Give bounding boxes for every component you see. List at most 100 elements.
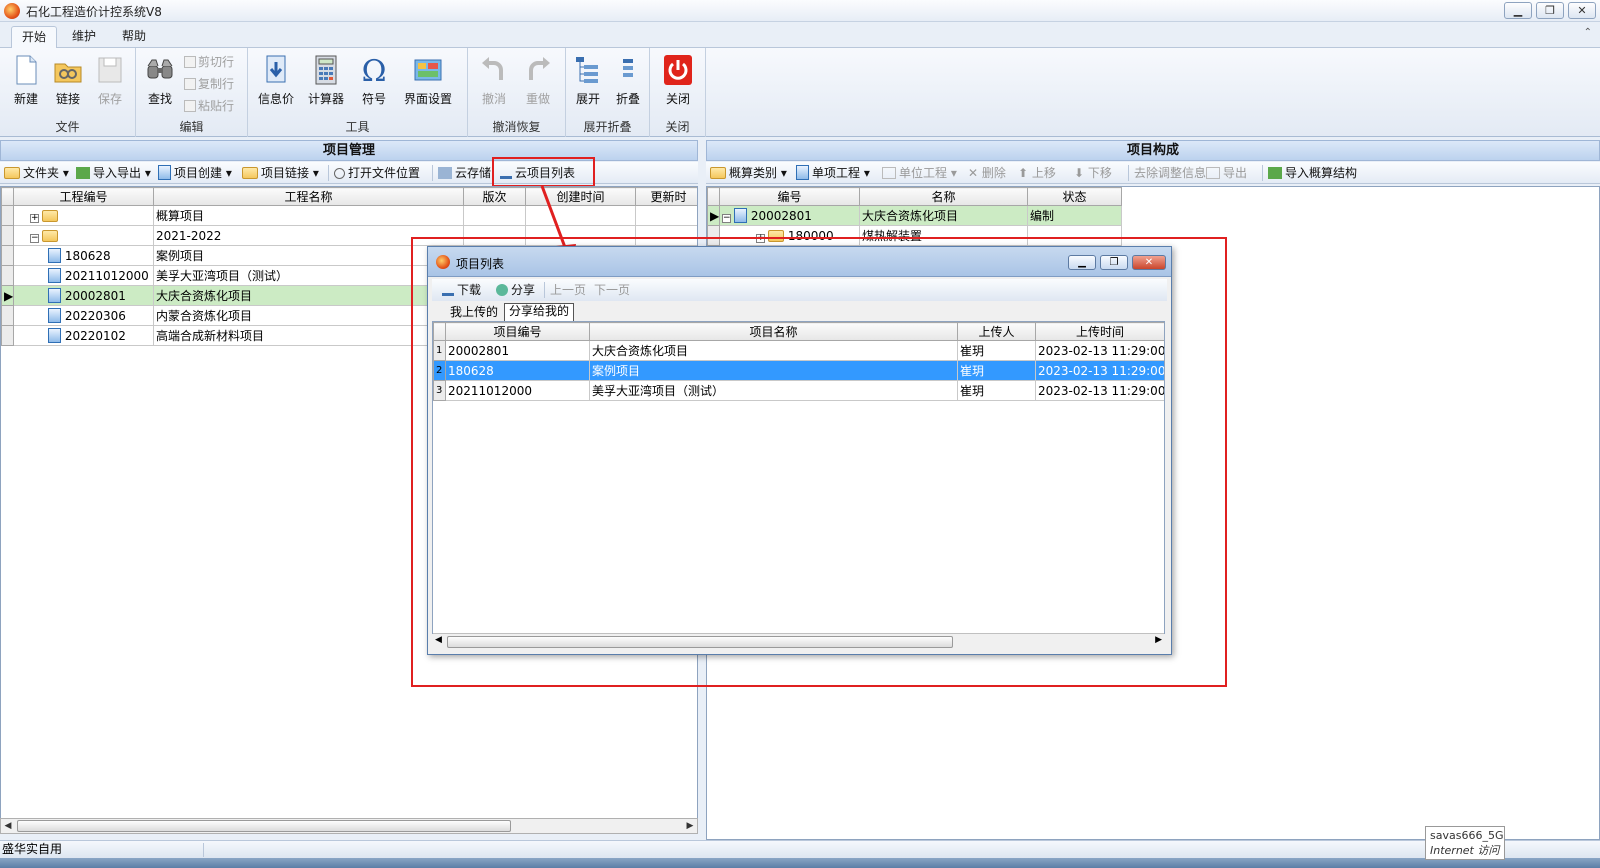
copy-row-button[interactable]: 复制行: [184, 74, 234, 94]
cloud-save-button[interactable]: 云存储: [438, 164, 491, 182]
collapse-button[interactable]: 折叠: [608, 54, 648, 112]
expand-button[interactable]: 展开: [568, 54, 608, 112]
unit-project-button[interactable]: 单位工程 ▾: [882, 164, 957, 182]
col-header-name[interactable]: 工程名称: [153, 187, 464, 206]
col-header-project-name[interactable]: 项目名称: [589, 322, 958, 341]
dialog-minimize-button[interactable]: ▁: [1068, 255, 1096, 270]
remove-adjust-button[interactable]: 去除调整信息: [1134, 164, 1206, 182]
save-button[interactable]: 保存: [90, 54, 130, 112]
single-project-button[interactable]: 单项工程 ▾: [796, 164, 870, 182]
structure-name-cell: 大庆合资炼化项目: [859, 205, 1028, 226]
dialog-maximize-button[interactable]: ❐: [1100, 255, 1128, 270]
minimize-button[interactable]: ▁: [1504, 2, 1532, 19]
table-row[interactable]: 3 20211012000 美孚大亚湾项目（测试） 崔玥 2023-02-13 11:2…: [433, 380, 1164, 401]
ribbon-collapse-icon[interactable]: ⌃: [1584, 27, 1592, 38]
collapse-node-icon[interactable]: −: [722, 214, 731, 223]
undo-button[interactable]: 撤消: [474, 54, 514, 112]
scroll-left-arrow[interactable]: ◀: [1, 819, 15, 833]
row-indicator: [1, 205, 14, 226]
tree-expand-icon: [576, 57, 598, 83]
tree-node-cell: 20220306: [13, 305, 154, 326]
tab-maintain[interactable]: 维护: [62, 26, 106, 48]
scroll-right-arrow[interactable]: ▶: [683, 819, 697, 833]
move-up-button[interactable]: ⬆ 上移: [1018, 164, 1056, 182]
tab-help[interactable]: 帮助: [112, 26, 156, 48]
unit-project-label: 单位工程: [899, 166, 948, 180]
cloud-project-grid: 项目编号 项目名称 上传人 上传时间 1 20002801 大庆合资炼化项目 崔玥 20…: [432, 321, 1165, 634]
tab-my-uploads[interactable]: 我上传的: [446, 305, 502, 321]
cut-row-button[interactable]: 剪切行: [184, 52, 234, 72]
row-indicator: [1, 245, 14, 266]
import-structure-label: 导入概算结构: [1285, 166, 1358, 180]
col-header-uploader[interactable]: 上传人: [957, 322, 1036, 341]
import-export-button[interactable]: 导入导出 ▾: [76, 164, 151, 182]
project-link-button[interactable]: 项目链接 ▾: [242, 164, 319, 182]
move-down-button[interactable]: ⬇ 下移: [1074, 164, 1112, 182]
import-structure-icon: [1268, 167, 1282, 179]
col-header-updated[interactable]: 更新时: [635, 187, 697, 206]
maximize-button[interactable]: ❐: [1536, 2, 1564, 19]
export-icon: [1206, 167, 1220, 179]
import-structure-button[interactable]: 导入概算结构: [1268, 164, 1357, 182]
undo-arrow-icon: [482, 57, 503, 80]
info-price-button[interactable]: 信息价: [254, 54, 298, 112]
project-create-button[interactable]: 项目创建 ▾: [158, 164, 232, 182]
dialog-close-button[interactable]: ✕: [1132, 255, 1166, 270]
estimate-type-button[interactable]: 概算类别 ▾: [710, 164, 787, 182]
close-window-button[interactable]: ✕: [1568, 2, 1596, 19]
col-header-code[interactable]: 工程编号: [13, 187, 154, 206]
move-down-label: 下移: [1087, 166, 1112, 180]
group-close-label: 关闭: [665, 120, 690, 134]
scroll-left-arrow[interactable]: ◀: [435, 635, 442, 645]
table-row[interactable]: ▶ − 20002801 大庆合资炼化项目 编制: [707, 205, 1122, 226]
scroll-thumb[interactable]: [447, 636, 953, 648]
table-row[interactable]: 2 180628 案例项目 崔玥 2023-02-13 11:29:00: [433, 360, 1164, 381]
project-doc-icon: [48, 308, 61, 323]
dialog-horizontal-scrollbar[interactable]: ◀ ▶: [433, 633, 1164, 649]
download-button[interactable]: 下载: [442, 281, 481, 299]
table-row[interactable]: + 概算项目: [1, 205, 697, 226]
prev-page-button[interactable]: 上一页: [550, 281, 586, 299]
col-header-number[interactable]: 编号: [719, 187, 860, 206]
network-status: Internet 访问: [1430, 844, 1500, 857]
col-header-version[interactable]: 版次: [463, 187, 526, 206]
dialog-title-bar[interactable]: 项目列表 ▁ ❐ ✕: [428, 247, 1171, 277]
scroll-thumb[interactable]: [17, 820, 511, 832]
symbol-button[interactable]: Ω 符号: [354, 54, 394, 112]
find-button[interactable]: 查找: [140, 54, 180, 112]
scroll-right-arrow[interactable]: ▶: [1155, 635, 1162, 645]
open-location-button[interactable]: 打开文件位置: [334, 164, 420, 182]
col-header-project-code[interactable]: 项目编号: [445, 322, 590, 341]
close-app-button[interactable]: 关闭: [658, 54, 698, 112]
calculator-button[interactable]: 计算器: [304, 54, 348, 112]
ui-settings-label: 界面设置: [403, 92, 452, 106]
collapse-node-icon[interactable]: −: [30, 233, 39, 243]
col-header-upload-time[interactable]: 上传时间: [1035, 322, 1164, 341]
project-create-label: 项目创建: [174, 166, 223, 180]
delete-label: 删除: [981, 166, 1006, 180]
table-row[interactable]: 1 20002801 大庆合资炼化项目 崔玥 2023-02-13 11:29:00: [433, 340, 1164, 361]
expand-node-icon[interactable]: +: [30, 213, 39, 223]
paste-row-button[interactable]: 粘贴行: [184, 96, 234, 116]
link-button[interactable]: 链接: [48, 54, 88, 112]
export-button[interactable]: 导出: [1206, 164, 1247, 182]
left-horizontal-scrollbar[interactable]: ◀ ▶: [0, 818, 698, 834]
ui-settings-button[interactable]: 界面设置: [400, 54, 456, 112]
tree-collapse-icon: [623, 59, 633, 77]
tab-start[interactable]: 开始: [11, 26, 58, 48]
col-header-item-name[interactable]: 名称: [859, 187, 1028, 206]
upload-time-cell: 2023-02-13 11:29:00: [1035, 380, 1164, 401]
folder-menu-button[interactable]: 文件夹 ▾: [4, 164, 69, 182]
redo-button[interactable]: 重做: [518, 54, 558, 112]
status-bar: 盛华实自用: [0, 840, 1600, 858]
row-indicator-header: [433, 322, 446, 341]
next-page-button[interactable]: 下一页: [594, 281, 630, 299]
upload-time-cell: 2023-02-13 11:29:00: [1035, 360, 1164, 381]
col-header-status[interactable]: 状态: [1027, 187, 1122, 206]
dialog-grid-header: 项目编号 项目名称 上传人 上传时间: [433, 322, 1164, 341]
share-button[interactable]: 分享: [496, 281, 535, 299]
row-indicator: ▶: [707, 205, 720, 226]
delete-button[interactable]: ✕ 删除: [968, 164, 1006, 182]
tab-shared-with-me[interactable]: 分享给我的: [504, 303, 575, 321]
new-button[interactable]: 新建: [6, 54, 46, 112]
